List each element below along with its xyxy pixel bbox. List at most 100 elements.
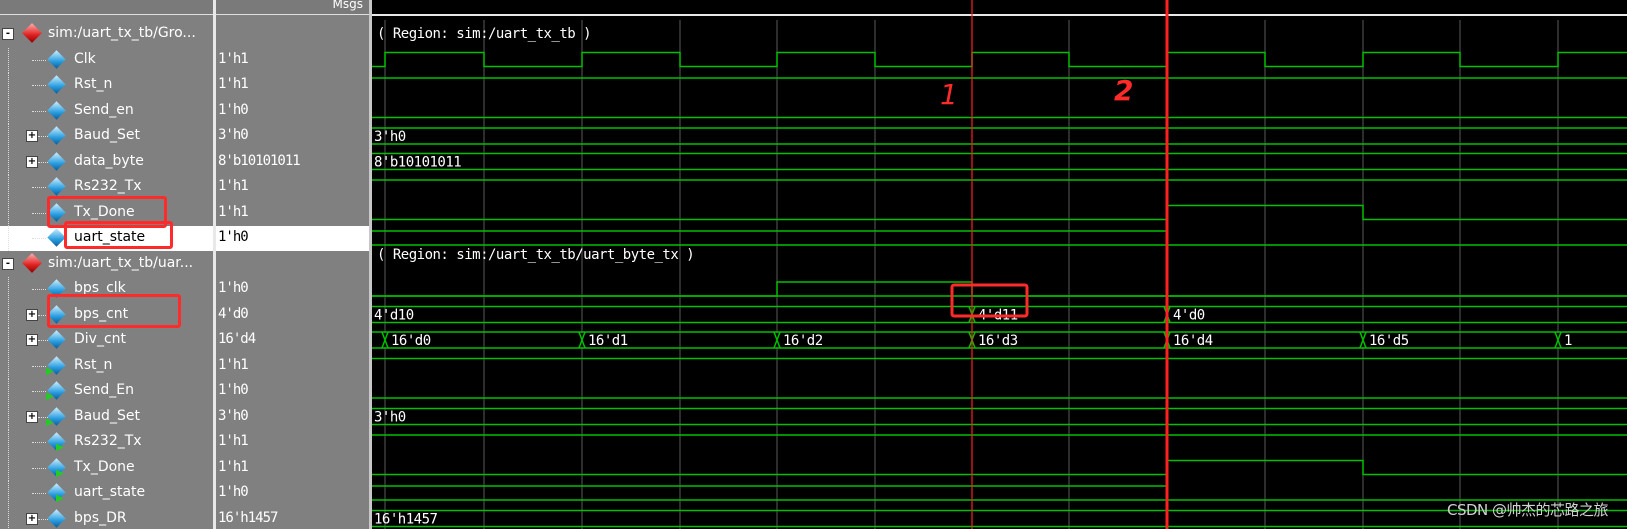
waveform-canvas[interactable]: ( Region: sim:/uart_tx_tb ) ( Region: sim… <box>372 0 1627 529</box>
signal-name: data_byte <box>74 152 144 169</box>
tree-line <box>8 328 9 353</box>
signal-row-rst-n[interactable]: Rst_n <box>0 73 213 98</box>
signal-names-pane[interactable]: - sim:/uart_tx_tb/Gro... Clk Rst_n Send_en + B… <box>0 0 213 529</box>
value-row-data-byte[interactable]: 8'b10101011 <box>216 150 369 175</box>
expand-toggle[interactable]: + <box>26 130 38 142</box>
value-row-tx-done[interactable]: 1'h1 <box>216 456 369 481</box>
div-cnt-bus-label: 16'd4 <box>1173 333 1213 349</box>
value-row-clk[interactable]: 1'h1 <box>216 48 369 73</box>
names-header <box>0 0 213 15</box>
signal-name: Clk <box>74 50 96 67</box>
value-row-sim-uart-tx-tb-gro[interactable] <box>216 22 369 47</box>
tree-branch <box>32 289 46 290</box>
signal-name: Tx_Done <box>74 458 135 475</box>
value-row-baud-set[interactable]: 3'h0 <box>216 405 369 430</box>
signal-values-pane[interactable]: Msgs 1'h1 1'h1 1'h0 3'h0 8'b10101011 1'h1 1'h1… <box>216 0 369 529</box>
signal-row-data-byte[interactable]: + data_byte <box>0 149 213 175</box>
value-row-rst-n[interactable]: 1'h1 <box>216 73 369 98</box>
signal-icon <box>47 177 66 196</box>
signal-row-baud-set[interactable]: + Baud_Set <box>0 124 213 149</box>
tree-line <box>8 73 9 98</box>
tree-branch <box>32 365 46 367</box>
tree-branch <box>32 467 46 469</box>
tx-done-wave <box>372 204 1627 221</box>
signal-row-send-en[interactable]: ▶ Send_En <box>0 379 213 404</box>
value-row-div-cnt[interactable]: 16'd4 <box>216 328 369 353</box>
clk-wave <box>372 51 1627 68</box>
tree-line <box>8 455 9 481</box>
signal-value: 16'h1457 <box>218 509 278 526</box>
collapse-toggle[interactable]: - <box>2 28 14 40</box>
signal-row-baud-set[interactable]: + ▶ Baud_Set <box>0 404 213 430</box>
tree-line <box>8 481 9 506</box>
expand-toggle[interactable]: + <box>26 155 38 168</box>
div-cnt-bus-label: 16'd0 <box>391 333 431 349</box>
signal-name: Send_En <box>74 382 134 398</box>
expand-toggle[interactable]: + <box>26 334 38 346</box>
tree-line <box>8 200 9 226</box>
signal-value: 1'h1 <box>218 203 249 220</box>
value-row-uart-state[interactable]: 1'h0 <box>216 226 369 251</box>
bps-dr-bus-label: 16'h1457 <box>374 512 438 528</box>
signal-row-tx-done[interactable]: ▶ Tx_Done <box>0 455 213 481</box>
value-row-bps-clk[interactable]: 1'h0 <box>216 277 369 302</box>
value-row-baud-set[interactable]: 3'h0 <box>216 124 369 149</box>
collapse-toggle[interactable]: - <box>2 257 14 270</box>
tree-branch <box>32 391 46 392</box>
annotation-1: 1 <box>940 78 957 111</box>
signal-row-rst-n[interactable]: ▶ Rst_n <box>0 353 213 379</box>
value-row-rst-n[interactable]: 1'h1 <box>216 354 369 379</box>
tx-done-wave <box>372 459 1627 476</box>
value-row-send-en[interactable]: 1'h0 <box>216 99 369 124</box>
expand-toggle[interactable]: + <box>26 410 38 423</box>
waveform-pane[interactable]: ( Region: sim:/uart_tx_tb ) ( Region: sim… <box>372 0 1627 529</box>
baud-set-bus-label: 3'h0 <box>374 129 406 145</box>
signal-row-clk[interactable]: Clk <box>0 47 213 73</box>
signal-row-sim-uart-tx-tb-uar[interactable]: - sim:/uart_tx_tb/uar... <box>0 252 213 277</box>
value-row-uart-state[interactable]: 1'h0 <box>216 481 369 506</box>
signal-name: Div_cnt <box>74 331 127 347</box>
signal-value: 4'd0 <box>218 305 249 322</box>
input-arrow-icon: ▶ <box>46 391 54 402</box>
value-row-sim-uart-tx-tb-uar[interactable] <box>216 252 369 277</box>
signal-value: 1'h1 <box>218 50 249 67</box>
signal-name: Rs232_Tx <box>74 433 142 449</box>
tree-line <box>8 353 9 379</box>
signal-row-sim-uart-tx-tb-gro[interactable]: - sim:/uart_tx_tb/Gro... <box>0 22 213 47</box>
tree-line <box>8 149 9 175</box>
signal-row-rs232-tx[interactable]: ▶ Rs232_Tx <box>0 430 213 455</box>
signal-name: sim:/uart_tx_tb/uar... <box>48 254 194 271</box>
value-row-rs232-tx[interactable]: 1'h1 <box>216 430 369 455</box>
value-row-bps-cnt[interactable]: 4'd0 <box>216 303 369 328</box>
highlight-box-3 <box>47 294 181 328</box>
tree-branch <box>32 59 46 61</box>
tree-branch <box>32 85 46 86</box>
signal-value: 3'h0 <box>218 407 249 424</box>
signal-value: 1'h0 <box>218 229 249 245</box>
expand-toggle[interactable]: + <box>26 512 38 525</box>
signal-icon <box>47 508 66 528</box>
tree-branch <box>32 110 46 112</box>
tree-line <box>8 277 9 302</box>
signal-value: 1'h1 <box>218 433 249 449</box>
annotation-2: 2 <box>1114 74 1133 107</box>
signal-row-send-en[interactable]: Send_en <box>0 98 213 124</box>
value-row-send-en[interactable]: 1'h0 <box>216 379 369 404</box>
value-row-tx-done[interactable]: 1'h1 <box>216 201 369 226</box>
value-row-rs232-tx[interactable]: 1'h1 <box>216 175 369 200</box>
div-cnt-bus-label: 1 <box>1564 333 1572 349</box>
signal-row-div-cnt[interactable]: + Div_cnt <box>0 328 213 353</box>
signal-value: 1'h1 <box>218 178 249 194</box>
tree-line <box>8 506 9 529</box>
baud-set2-bus-label: 3'h0 <box>374 410 406 426</box>
highlight-box-2 <box>64 221 173 249</box>
expand-toggle[interactable]: + <box>26 308 38 321</box>
signal-name: bps_DR <box>74 509 127 526</box>
value-row-bps-dr[interactable]: 16'h1457 <box>216 507 369 529</box>
signal-value: 16'd4 <box>218 331 256 347</box>
signal-row-bps-dr[interactable]: + bps_DR <box>0 506 213 529</box>
signal-row-uart-state[interactable]: ▶ uart_state <box>0 481 213 506</box>
uart-state-wave <box>372 485 1168 500</box>
div-cnt-bus-label: 16'd2 <box>783 333 823 349</box>
tree-line <box>8 302 9 328</box>
